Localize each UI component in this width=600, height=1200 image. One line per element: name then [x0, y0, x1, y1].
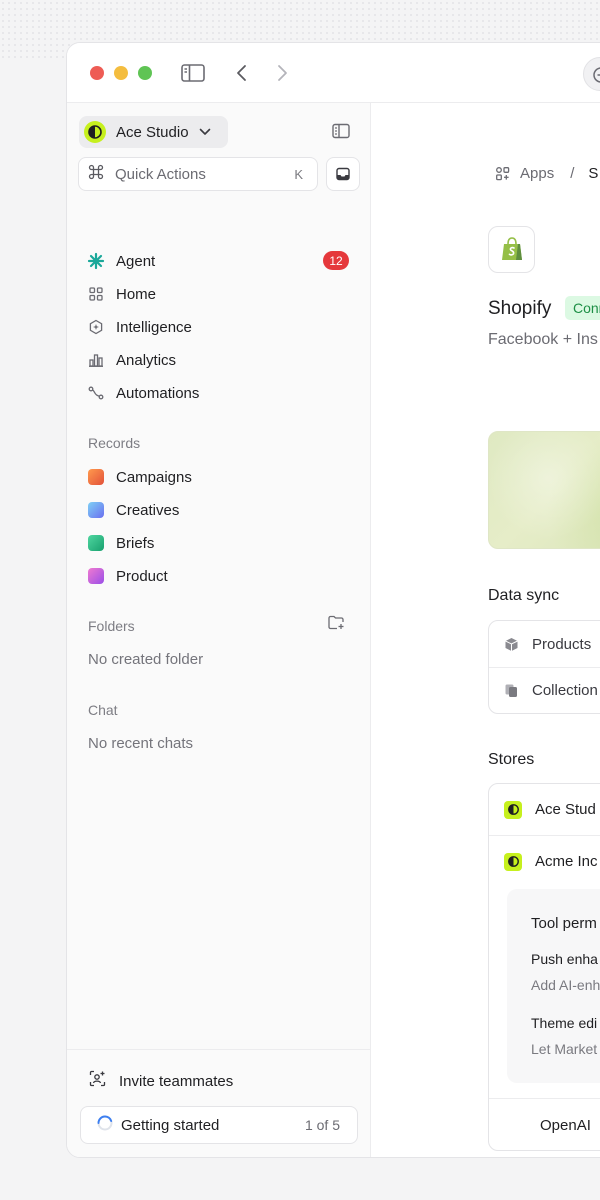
- sidebar-footer: Invite teammates Getting started 1 of 5: [67, 1049, 371, 1157]
- data-sync-label: Collection: [532, 682, 598, 699]
- stores-heading: Stores: [488, 751, 535, 768]
- store-row[interactable]: Acme Inc: [489, 835, 600, 887]
- agent-icon: [87, 252, 105, 270]
- sidebar-item-automations[interactable]: Automations: [87, 380, 351, 406]
- title-bar: [67, 43, 600, 103]
- minimize-window-button[interactable]: [114, 66, 128, 80]
- apps-icon: [495, 166, 510, 181]
- store-name: Acme Inc: [535, 853, 598, 870]
- back-icon[interactable]: [229, 61, 255, 85]
- sidebar-item-intelligence[interactable]: Intelligence: [87, 314, 351, 340]
- shopify-bag-icon: [501, 237, 522, 260]
- notification-badge: 12: [323, 251, 349, 270]
- store-logo: [504, 800, 522, 819]
- sidebar-item-label: Home: [116, 285, 157, 303]
- new-tab-button[interactable]: [583, 57, 600, 91]
- intelligence-icon: [87, 318, 105, 336]
- bar-chart-icon: [87, 351, 105, 369]
- store-logo: [504, 852, 522, 871]
- collection-icon: [504, 683, 519, 698]
- getting-started-button[interactable]: Getting started 1 of 5: [80, 1106, 358, 1144]
- data-sync-row-products[interactable]: Products: [489, 621, 600, 667]
- quick-actions-shortcut: K: [294, 166, 303, 182]
- connection-status-badge: Conn: [565, 296, 600, 320]
- workspace-logo: [84, 121, 106, 143]
- inbox-button[interactable]: [326, 157, 360, 191]
- breadcrumb: Apps / S: [495, 165, 598, 182]
- data-sync-heading: Data sync: [488, 587, 560, 604]
- sidebar-item-creatives[interactable]: Creatives: [87, 497, 351, 523]
- workspace-name: Ace Studio: [116, 123, 189, 141]
- tool-permissions-title: Tool perm: [531, 915, 597, 932]
- sidebar-item-label: Intelligence: [116, 318, 192, 336]
- sidebar-item-label: Briefs: [116, 534, 155, 552]
- data-sync-row-collection[interactable]: Collection: [489, 667, 600, 713]
- sidebar-item-label: Analytics: [116, 351, 177, 369]
- breadcrumb-current: S: [588, 165, 599, 182]
- store-name: Ace Stud: [535, 801, 596, 818]
- chevron-down-icon: [199, 123, 211, 141]
- breadcrumb-apps-link[interactable]: Apps: [520, 165, 554, 182]
- folders-empty-text: No created folder: [88, 651, 204, 668]
- sidebar-item-home[interactable]: Home: [87, 281, 351, 307]
- chat-empty-text: No recent chats: [88, 735, 194, 752]
- permission-description: Let Market: [531, 1041, 598, 1057]
- app-subtitle: Facebook + Ins: [488, 331, 598, 348]
- campaigns-icon: [87, 468, 105, 486]
- sidebar-item-analytics[interactable]: Analytics: [87, 347, 351, 373]
- sidebar-item-product[interactable]: Product: [87, 563, 351, 589]
- product-icon: [87, 567, 105, 585]
- box-icon: [504, 637, 519, 652]
- breadcrumb-separator: /: [570, 165, 575, 182]
- folders-heading: Folders: [88, 618, 135, 634]
- getting-started-progress: 1 of 5: [304, 1117, 340, 1133]
- sidebar-toggle-icon[interactable]: [180, 61, 206, 85]
- main-content: Apps / S Shopify Conn Facebook + Ins Dat…: [371, 103, 600, 1157]
- progress-ring-icon: [97, 1115, 113, 1136]
- inbox-icon: [336, 167, 350, 181]
- openai-row[interactable]: OpenAI: [489, 1098, 600, 1150]
- add-folder-icon[interactable]: [328, 615, 345, 635]
- data-sync-card: Products Collection: [488, 620, 600, 714]
- grid-icon: [87, 285, 105, 303]
- close-window-button[interactable]: [90, 66, 104, 80]
- permission-description: Add AI-enh: [531, 977, 600, 993]
- app-title: Shopify: [488, 298, 552, 319]
- collapse-sidebar-icon[interactable]: [332, 123, 350, 144]
- invite-user-icon: [89, 1070, 106, 1092]
- data-sync-label: Products: [532, 635, 592, 653]
- sidebar-item-label: Product: [116, 567, 168, 585]
- sidebar-item-briefs[interactable]: Briefs: [87, 530, 351, 556]
- records-heading: Records: [88, 435, 141, 451]
- getting-started-label: Getting started: [121, 1116, 220, 1134]
- sidebar: Ace Studio Quick Actions K Agent 12 Home…: [67, 103, 371, 1157]
- maximize-window-button[interactable]: [138, 66, 152, 80]
- sidebar-item-campaigns[interactable]: Campaigns: [87, 464, 351, 490]
- chat-heading: Chat: [88, 702, 118, 718]
- briefs-icon: [87, 534, 105, 552]
- permission-name: Theme edi: [531, 1015, 598, 1031]
- plus-circle-icon: [593, 67, 600, 83]
- forward-icon[interactable]: [269, 61, 295, 85]
- route-icon: [87, 384, 105, 402]
- app-window: Ace Studio Quick Actions K Agent 12 Home…: [66, 42, 600, 1158]
- invite-teammates-label: Invite teammates: [119, 1072, 234, 1090]
- permission-name: Push enha: [531, 951, 598, 967]
- sidebar-item-label: Campaigns: [116, 468, 192, 486]
- quick-actions-button[interactable]: Quick Actions K: [78, 157, 318, 191]
- invite-teammates-button[interactable]: Invite teammates: [89, 1070, 233, 1092]
- store-row[interactable]: Ace Stud: [489, 784, 600, 835]
- quick-actions-label: Quick Actions: [115, 165, 206, 183]
- app-hero-image: [488, 431, 600, 549]
- creatives-icon: [87, 501, 105, 519]
- command-icon: [88, 164, 104, 185]
- tool-permissions-panel: Tool perm Push enha Add AI-enh Theme edi…: [507, 889, 600, 1083]
- sidebar-item-label: Agent: [116, 252, 156, 270]
- sidebar-item-agent[interactable]: Agent 12: [87, 248, 351, 274]
- sidebar-item-label: Creatives: [116, 501, 180, 519]
- shopify-logo-tile: [488, 226, 535, 273]
- openai-label: OpenAI: [540, 1117, 591, 1134]
- sidebar-item-label: Automations: [116, 384, 200, 402]
- workspace-switcher[interactable]: Ace Studio: [79, 116, 228, 148]
